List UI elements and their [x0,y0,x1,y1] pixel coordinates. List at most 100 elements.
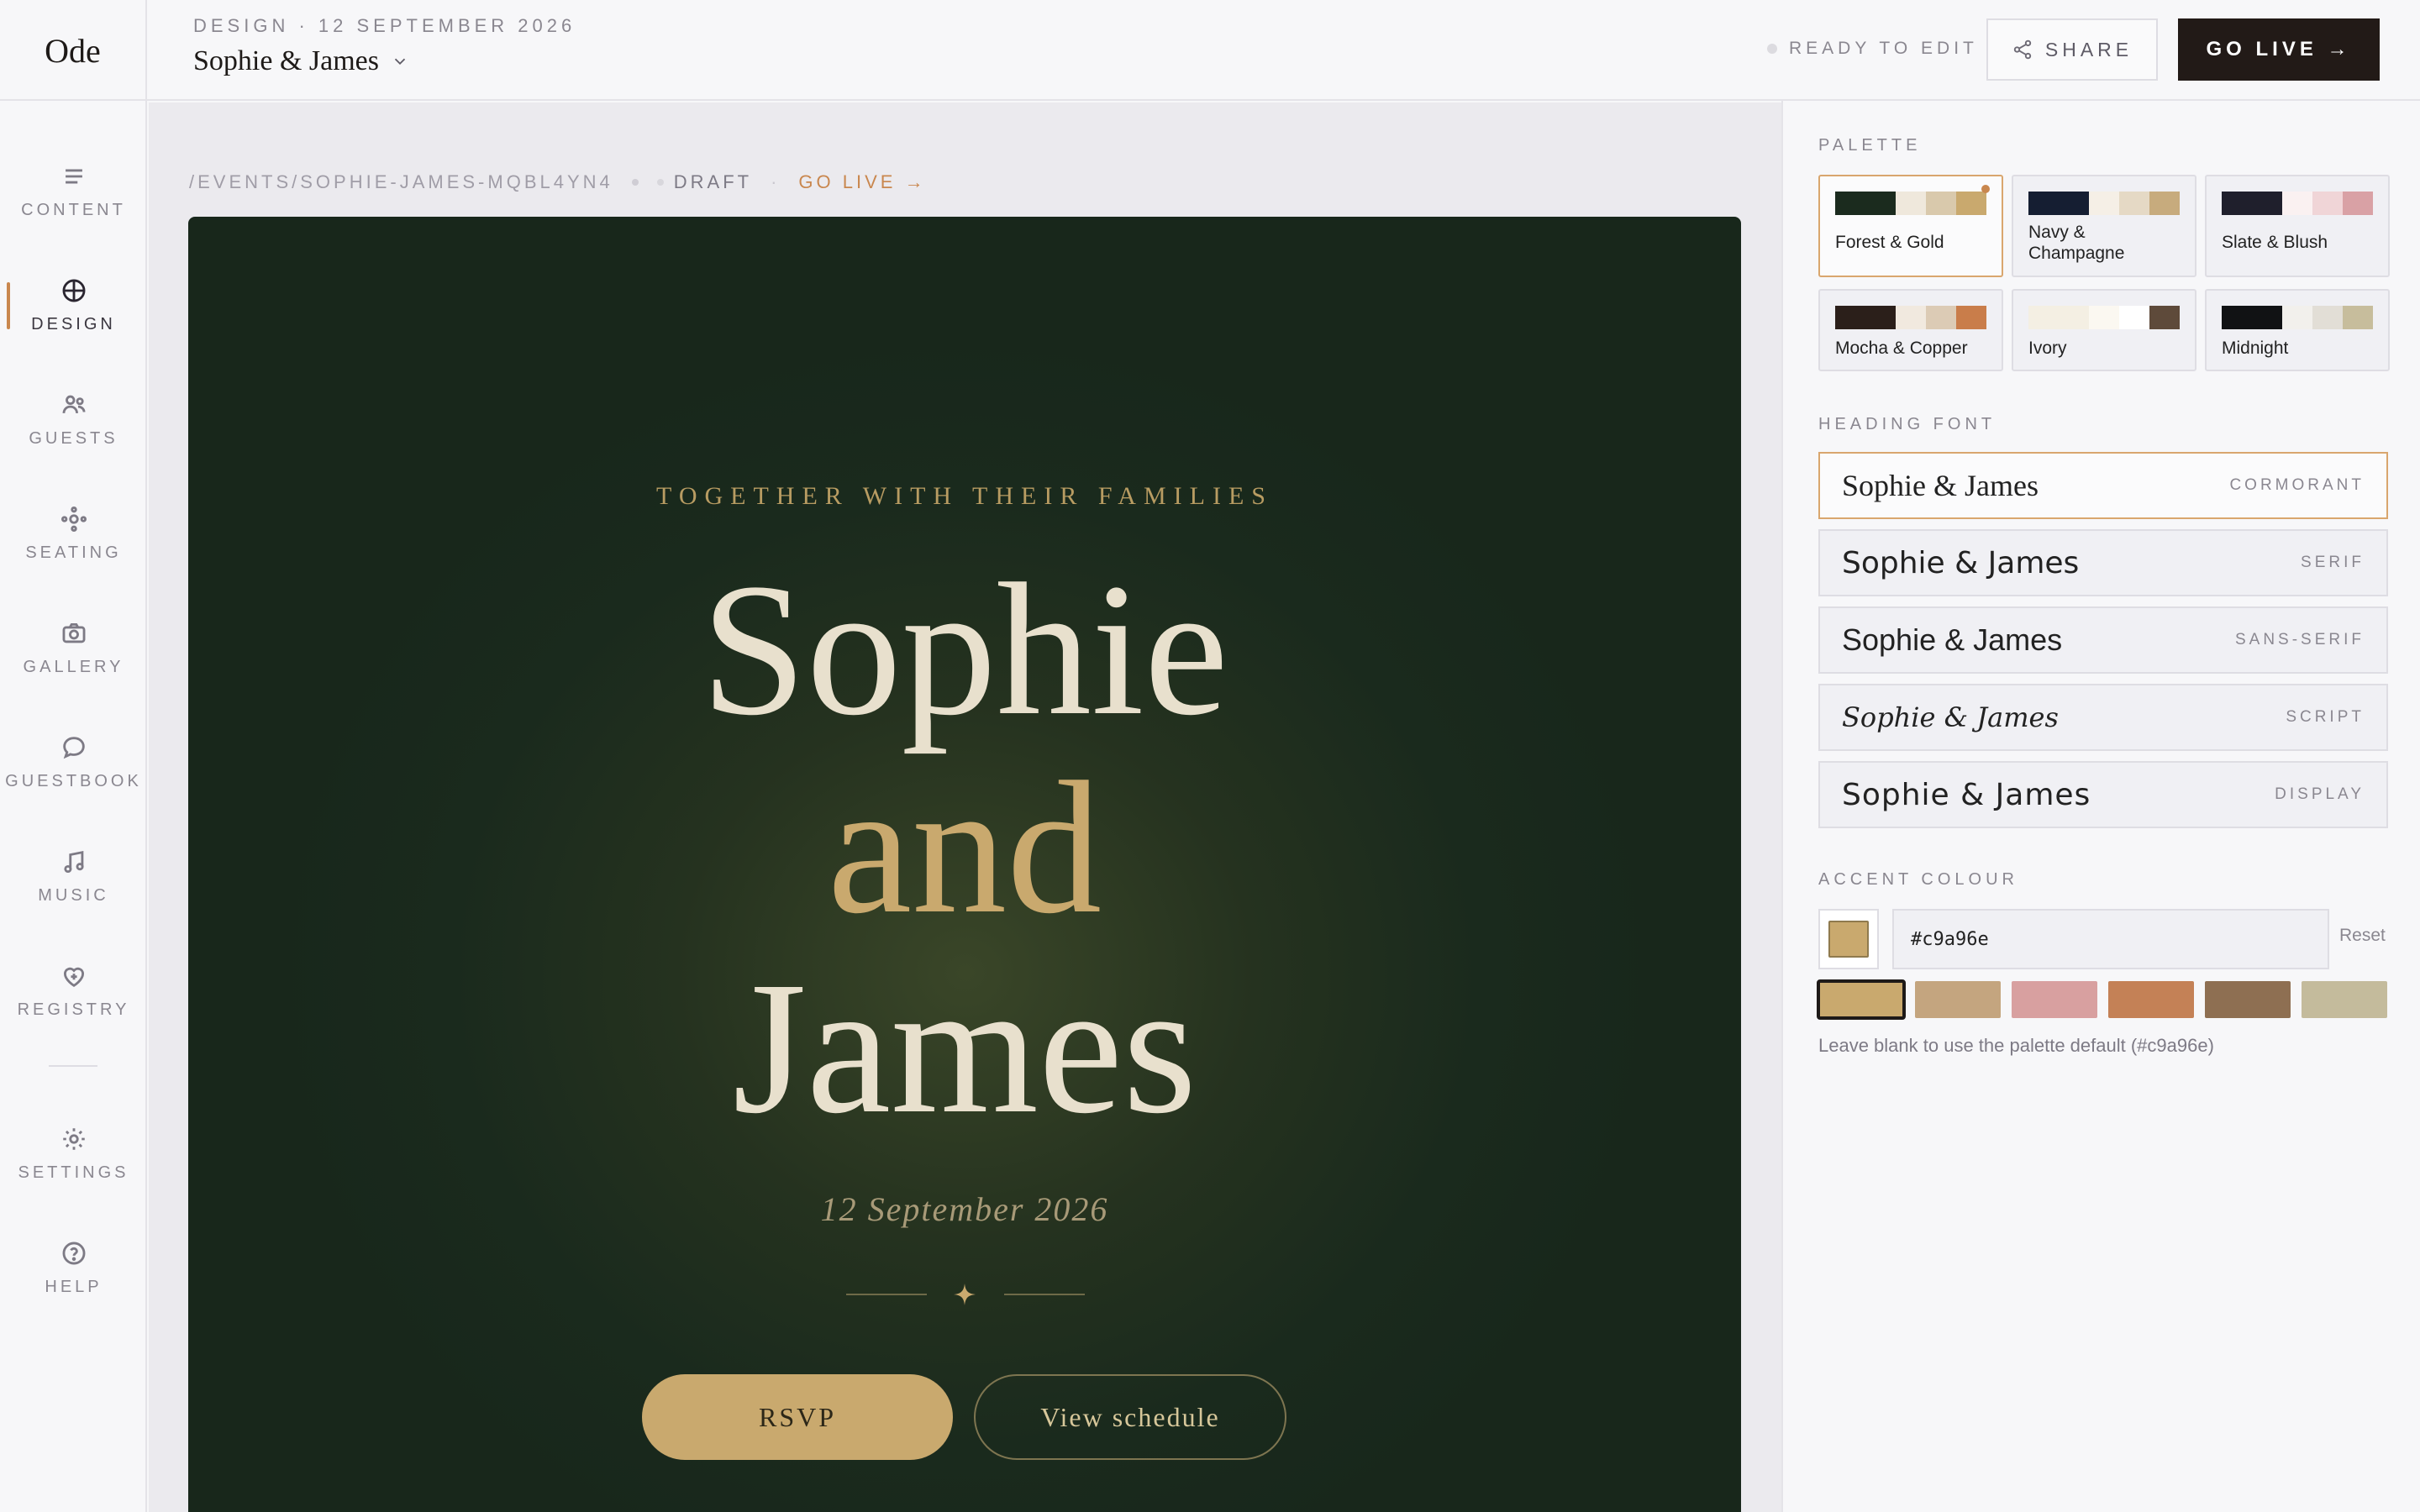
palette-colors [2028,306,2180,329]
app-logo[interactable]: Ode [0,0,147,101]
chevron-down-icon [394,58,406,66]
sidebar-item-music[interactable]: MUSIC [0,830,147,922]
palette-heading: PALETTE [1818,136,1922,155]
accent-swatch-1[interactable] [1817,979,1906,1020]
font-option-cormorant[interactable]: Sophie & James CORMORANT [1818,452,2388,519]
go-live-button[interactable]: GO LIVE → [2178,18,2380,81]
people-icon [62,395,85,413]
sidebar-item-label: HELP [45,1277,103,1296]
invite-tagline: TOGETHER WITH THEIR FAMILIES [656,482,1273,510]
accent-colour-heading: ACCENT COLOUR [1818,870,2018,889]
palette-color-1 [2028,306,2089,329]
sidebar-item-seating[interactable]: SEATING [0,487,147,580]
ornament-divider [846,1282,1085,1307]
ornament-line-right [1004,1294,1085,1295]
font-tag: SCRIPT [2286,708,2365,726]
status-dot [1767,44,1777,54]
ornament-line-left [846,1294,927,1295]
palette-color-4 [2149,192,2180,215]
draft-dot [656,179,664,186]
palette-color-1 [1835,306,1896,329]
sidebar-item-label: CONTENT [21,200,126,219]
accent-color-chip [1828,921,1869,958]
accent-swatch-3[interactable] [2012,981,2097,1018]
palette-option-forest-gold[interactable]: Forest & Gold [1818,175,2003,277]
sidebar-item-registry[interactable]: REGISTRY [0,944,147,1037]
sidebar: CONTENT DESIGN GUESTS SEATING GALLERY GU… [0,101,147,1512]
sidebar-divider [49,1065,97,1067]
invitation-preview: TOGETHER WITH THEIR FAMILIES Sophie and … [188,217,1741,1512]
accent-swatch-5[interactable] [2205,981,2291,1018]
sidebar-item-content[interactable]: CONTENT [0,144,147,237]
event-path[interactable]: /EVENTS/SOPHIE-JAMES-MQBL4YN4 [189,171,613,193]
question-icon [62,1242,85,1264]
event-name: Sophie & James [193,45,379,76]
font-option-serif[interactable]: Sophie & James SERIF [1818,529,2388,596]
palette-option-mocha-copper[interactable]: Mocha & Copper [1818,289,2003,371]
lines-icon [65,169,82,183]
palette-name: Slate & Blush [2222,233,2328,252]
sidebar-item-guests[interactable]: GUESTS [0,373,147,465]
seating-icon [60,506,87,532]
palette-option-ivory[interactable]: Ivory [2012,289,2196,371]
invite-name-first: Sophie [701,544,1228,754]
sidebar-item-label: GUESTS [29,428,118,448]
go-live-link[interactable]: GO LIVE → [798,171,926,193]
font-tag: SANS-SERIF [2234,631,2365,648]
palette-option-slate-blush[interactable]: Slate & Blush [2205,175,2390,277]
event-switcher[interactable]: Sophie & James [193,45,409,77]
palette-color-3 [2119,192,2149,215]
heading-font-heading: HEADING FONT [1818,415,1996,433]
font-tag: CORMORANT [2229,476,2365,494]
font-sample: Sophie & James [1842,777,2091,812]
view-schedule-button[interactable]: View schedule [974,1374,1286,1460]
sun-gear-icon [62,1127,85,1150]
separator-middot: · [771,171,781,192]
palette-color-3 [2312,192,2343,215]
palette-option-navy-champagne[interactable]: Navy & Champagne [2012,175,2196,277]
share-label: SHARE [2044,38,2133,60]
font-tag: DISPLAY [2275,785,2365,803]
share-button[interactable]: SHARE [1986,18,2158,81]
sidebar-item-help[interactable]: HELP [0,1221,147,1314]
accent-hex-input[interactable] [1892,909,2329,969]
sidebar-item-gallery[interactable]: GALLERY [0,601,147,694]
invite-date: 12 September 2026 [820,1190,1109,1228]
sidebar-item-label: GALLERY [23,657,124,676]
palette-color-4 [1956,192,1986,215]
sidebar-item-design[interactable]: DESIGN [0,259,147,351]
font-option-display[interactable]: Sophie & James DISPLAY [1818,761,2388,828]
sidebar-item-label: REGISTRY [17,1000,130,1019]
accent-swatch-4[interactable] [2108,981,2194,1018]
sidebar-item-settings[interactable]: SETTINGS [0,1107,147,1200]
sidebar-item-guestbook[interactable]: GUESTBOOK [0,716,147,808]
sidebar-item-label: SETTINGS [18,1163,129,1182]
font-option-sans-serif[interactable]: Sophie & James SANS-SERIF [1818,606,2388,674]
accent-hint: Leave blank to use the palette default (… [1818,1035,2214,1056]
rsvp-button[interactable]: RSVP [642,1374,953,1460]
status-text: READY TO EDIT [1789,39,1978,58]
font-sample: Sophie & James [1842,701,2059,733]
palette-color-3 [1926,192,1956,215]
accent-color-picker[interactable] [1818,909,1879,969]
accent-swatch-6[interactable] [2302,981,2387,1018]
palette-color-4 [1956,306,1986,329]
palette-color-1 [2222,192,2282,215]
palette-color-2 [2089,306,2119,329]
event-path-bar: /EVENTS/SOPHIE-JAMES-MQBL4YN4 DRAFT · GO… [189,171,927,193]
palette-color-2 [2089,192,2119,215]
palette-colors [2222,306,2373,329]
reset-accent-button[interactable]: Reset [2339,926,2386,946]
font-option-script[interactable]: Sophie & James SCRIPT [1818,684,2388,751]
palette-colors [2028,192,2180,215]
sidebar-item-label: DESIGN [31,314,116,333]
palette-color-3 [2312,306,2343,329]
sidebar-item-label: SEATING [25,543,122,562]
palette-colors [2222,192,2373,215]
share-icon [2013,39,2032,60]
sidebar-item-label: MUSIC [38,885,109,905]
palette-option-midnight[interactable]: Midnight [2205,289,2390,371]
palette-color-2 [1896,306,1926,329]
font-sample: Sophie & James [1842,622,2063,657]
accent-swatch-2[interactable] [1915,981,2001,1018]
